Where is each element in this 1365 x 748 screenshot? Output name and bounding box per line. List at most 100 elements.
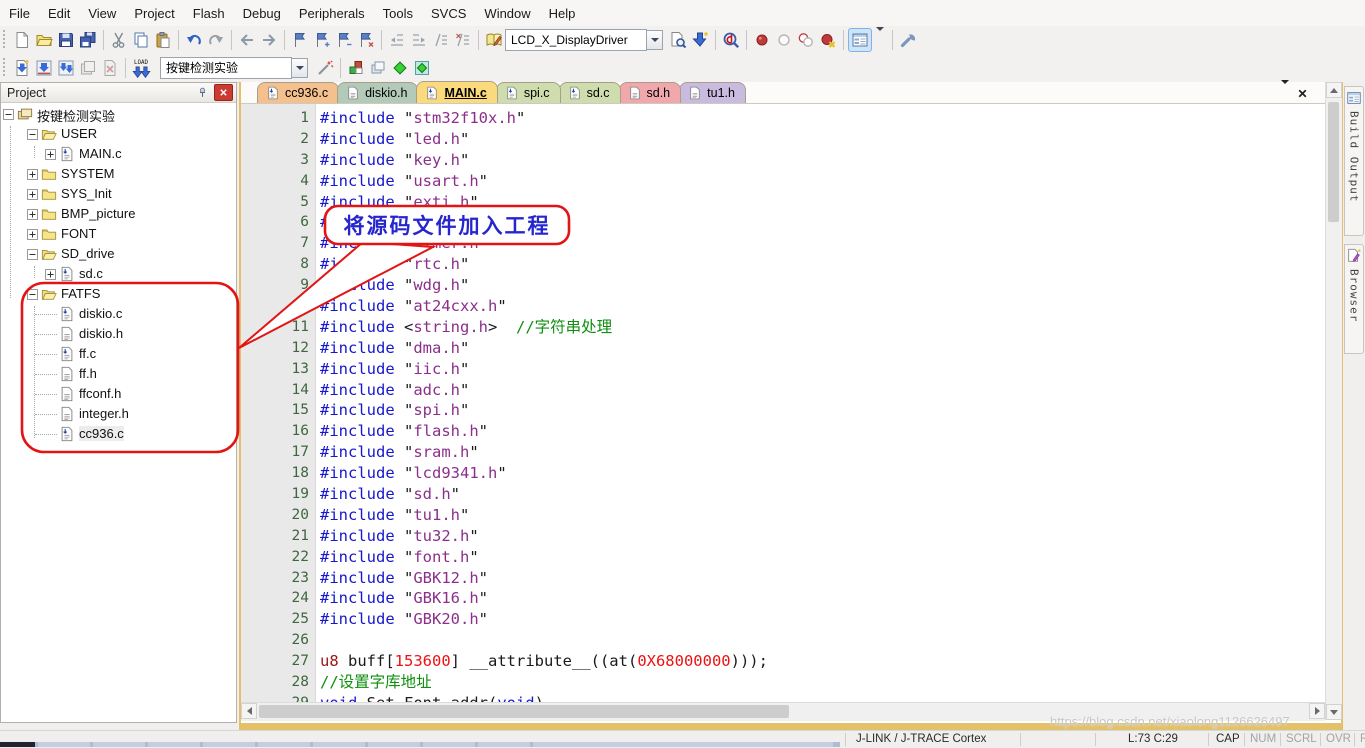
menu-item-peripherals[interactable]: Peripherals	[290, 2, 374, 25]
tree-item-sd.c[interactable]: sd.c	[1, 264, 236, 284]
navigate-back-icon[interactable]	[236, 29, 258, 51]
window-layout-icon[interactable]	[848, 28, 872, 52]
collapse-minus-icon[interactable]	[3, 109, 14, 120]
save-all-icon[interactable]	[77, 29, 99, 51]
target-options-wand-icon[interactable]	[314, 57, 336, 79]
indent-icon[interactable]	[408, 29, 430, 51]
tab-spi.c[interactable]: spi.c	[496, 82, 561, 103]
scroll-left-icon[interactable]	[241, 703, 257, 719]
project-target-select[interactable]: 按键检测实验	[160, 57, 292, 79]
pin-icon[interactable]	[194, 85, 211, 100]
scroll-up-icon[interactable]	[1326, 82, 1342, 98]
tab-sd.c[interactable]: sd.c	[559, 82, 621, 103]
expand-plus-icon[interactable]	[27, 209, 38, 220]
window-layout-dropdown[interactable]	[872, 31, 888, 49]
build-icon[interactable]	[33, 57, 55, 79]
breakpoint-toggle-icon[interactable]	[751, 29, 773, 51]
vertical-scroll-thumb[interactable]	[1328, 102, 1339, 222]
menu-item-window[interactable]: Window	[475, 2, 539, 25]
tree-item-FONT[interactable]: FONT	[1, 224, 236, 244]
apply-changes-icon[interactable]	[689, 29, 711, 51]
target-select[interactable]: LCD_X_DisplayDriver	[505, 29, 647, 51]
menu-item-svcs[interactable]: SVCS	[422, 2, 475, 25]
uncomment-selection-icon[interactable]	[452, 29, 474, 51]
cut-icon[interactable]	[108, 29, 130, 51]
menu-item-help[interactable]: Help	[540, 2, 585, 25]
expand-plus-icon[interactable]	[27, 189, 38, 200]
tree-item-SYS_Init[interactable]: SYS_Init	[1, 184, 236, 204]
menu-item-file[interactable]: File	[0, 2, 39, 25]
expand-plus-icon[interactable]	[45, 149, 56, 160]
breakpoint-disable-icon[interactable]	[795, 29, 817, 51]
project-target-dropdown[interactable]	[292, 58, 308, 78]
tree-item-ff.h[interactable]: ff.h	[1, 364, 236, 384]
flash-diamond-icon[interactable]	[389, 57, 411, 79]
code-editor[interactable]: 1#include "stm32f10x.h"2#include "led.h"…	[241, 104, 1325, 702]
tab-cc936.c[interactable]: cc936.c	[257, 82, 339, 103]
close-icon[interactable]	[214, 84, 233, 101]
scroll-right-icon[interactable]	[1309, 703, 1325, 719]
tree-item-ff.c[interactable]: ff.c	[1, 344, 236, 364]
tree-item-USER[interactable]: USER	[1, 124, 236, 144]
tree-item-integer.h[interactable]: integer.h	[1, 404, 236, 424]
tree-item-MAIN.c[interactable]: MAIN.c	[1, 144, 236, 164]
tab-MAIN.c[interactable]: MAIN.c	[416, 81, 497, 103]
menu-item-flash[interactable]: Flash	[184, 2, 234, 25]
paste-icon[interactable]	[152, 29, 174, 51]
scroll-down-icon[interactable]	[1326, 704, 1342, 720]
tree-item-BMP_picture[interactable]: BMP_picture	[1, 204, 236, 224]
redo-icon[interactable]	[205, 29, 227, 51]
bookmark-next-icon[interactable]	[311, 29, 333, 51]
load-flash-icon[interactable]: LOAD	[130, 57, 152, 79]
bookmark-clear-all-icon[interactable]	[355, 29, 377, 51]
tree-item-ffconf.h[interactable]: ffconf.h	[1, 384, 236, 404]
expand-plus-icon[interactable]	[27, 169, 38, 180]
tab-list-dropdown-icon[interactable]	[1281, 84, 1289, 102]
tab-build-output[interactable]: Build Output	[1344, 86, 1364, 236]
collapse-minus-icon[interactable]	[27, 129, 38, 140]
save-icon[interactable]	[55, 29, 77, 51]
manage-project-items-icon[interactable]	[483, 29, 505, 51]
manage-components-icon[interactable]	[345, 57, 367, 79]
menu-item-edit[interactable]: Edit	[39, 2, 79, 25]
project-tree[interactable]: 按键检测实验USERMAIN.cSYSTEMSYS_InitBMP_pictur…	[1, 104, 236, 722]
translate-icon[interactable]	[11, 57, 33, 79]
start-debug-session-icon[interactable]	[720, 29, 742, 51]
menu-item-tools[interactable]: Tools	[374, 2, 422, 25]
horizontal-scrollbar[interactable]	[241, 702, 1325, 721]
collapse-minus-icon[interactable]	[27, 289, 38, 300]
collapse-minus-icon[interactable]	[27, 249, 38, 260]
expand-plus-icon[interactable]	[45, 269, 56, 280]
unindent-icon[interactable]	[386, 29, 408, 51]
tree-item-cc936.c[interactable]: cc936.c	[1, 424, 236, 444]
tree-item-FATFS[interactable]: FATFS	[1, 284, 236, 304]
breakpoint-enable-icon[interactable]	[773, 29, 795, 51]
horizontal-scroll-thumb[interactable]	[259, 705, 789, 718]
comment-selection-icon[interactable]	[430, 29, 452, 51]
breakpoint-kill-all-icon[interactable]	[817, 29, 839, 51]
new-file-icon[interactable]	[11, 29, 33, 51]
vertical-scrollbar[interactable]	[1325, 82, 1342, 720]
tab-sd.h[interactable]: sd.h	[619, 82, 682, 103]
close-document-icon[interactable]	[1297, 88, 1308, 99]
toolbar-grip[interactable]	[2, 58, 7, 78]
tree-item-diskio.c[interactable]: diskio.c	[1, 304, 236, 324]
flash-diamond-box-icon[interactable]	[411, 57, 433, 79]
rebuild-all-icon[interactable]	[55, 57, 77, 79]
target-select-dropdown[interactable]	[647, 30, 663, 50]
undo-icon[interactable]	[183, 29, 205, 51]
tree-item-SD_drive[interactable]: SD_drive	[1, 244, 236, 264]
find-in-files-icon[interactable]	[667, 29, 689, 51]
navigate-forward-icon[interactable]	[258, 29, 280, 51]
windows-stack-icon[interactable]	[367, 57, 389, 79]
open-folder-icon[interactable]	[33, 29, 55, 51]
copy-icon[interactable]	[130, 29, 152, 51]
tree-item-SYSTEM[interactable]: SYSTEM	[1, 164, 236, 184]
bookmark-prev-icon[interactable]	[333, 29, 355, 51]
toolbar-grip[interactable]	[2, 30, 7, 50]
menu-item-view[interactable]: View	[79, 2, 125, 25]
configure-wrench-icon[interactable]	[897, 29, 919, 51]
menu-item-project[interactable]: Project	[125, 2, 183, 25]
tree-item-diskio.h[interactable]: diskio.h	[1, 324, 236, 344]
tab-tu1.h[interactable]: tu1.h	[679, 82, 746, 103]
